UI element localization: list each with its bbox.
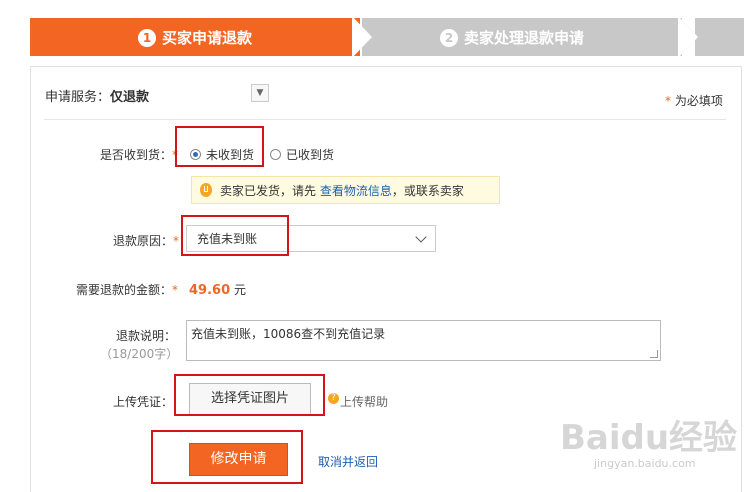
received-label: 是否收到货：*: [100, 148, 179, 162]
chevron-down-icon: [415, 231, 427, 243]
radio-received-label: 已收到货: [286, 148, 335, 162]
step-2-label: 卖家处理退款申请: [464, 29, 585, 47]
cancel-link[interactable]: 取消并返回: [318, 453, 378, 470]
step-2-number: 2: [440, 28, 458, 47]
radio-received[interactable]: 已收到货: [270, 146, 334, 163]
refund-amount: 49.60 元: [189, 281, 246, 298]
description-text: 充值未到账，10086查不到充值记录: [191, 327, 386, 341]
step-1-number: 1: [138, 28, 156, 47]
required-note: * 为必填项: [665, 92, 723, 109]
resize-grip-icon[interactable]: [650, 350, 658, 358]
description-label: 退款说明：: [116, 329, 177, 343]
description-counter: （18/200字）: [100, 347, 179, 361]
amount-unit: 元: [230, 283, 246, 297]
service-label: 申请服务：: [45, 90, 111, 105]
help-icon[interactable]: ?: [328, 393, 339, 404]
lightbulb-icon: [200, 183, 212, 197]
reason-label: 退款原因：*: [113, 234, 180, 248]
radio-not-received[interactable]: 未收到货: [190, 146, 254, 163]
highlight-upload: [174, 374, 325, 416]
service-row: 申请服务：仅退款: [45, 86, 149, 105]
service-value: 仅退款: [110, 90, 150, 105]
step-1: 1 买家申请退款: [138, 27, 252, 48]
amount-label: 需要退款的金额：*: [76, 283, 179, 297]
amount-value: 49.60: [189, 283, 231, 298]
radio-not-received-label: 未收到货: [206, 148, 255, 162]
highlight-submit: [151, 430, 303, 484]
notice-text: 卖家已发货，请先 查看物流信息，或联系卖家: [220, 183, 464, 198]
required-note-text: 为必填项: [671, 94, 723, 108]
logistics-link[interactable]: 查看物流信息: [320, 184, 392, 198]
radio-icon-selected[interactable]: [190, 149, 201, 160]
upload-help-link[interactable]: 上传帮助: [340, 393, 388, 410]
watermark-url: jingyan.baidu.com: [594, 457, 696, 470]
description-textarea[interactable]: 充值未到账，10086查不到充值记录: [186, 320, 661, 361]
divider: [44, 119, 726, 120]
highlight-reason: [181, 215, 289, 256]
shipping-notice: 卖家已发货，请先 查看物流信息，或联系卖家: [191, 176, 500, 204]
watermark-logo: Baidu经验: [560, 418, 738, 458]
upload-label: 上传凭证：: [113, 395, 174, 409]
step-2: 2 卖家处理退款申请: [440, 27, 584, 48]
step-3-bar: [695, 18, 744, 56]
service-dropdown-button[interactable]: ▼: [251, 84, 269, 102]
step-1-label: 买家申请退款: [162, 29, 253, 47]
radio-icon[interactable]: [270, 149, 281, 160]
